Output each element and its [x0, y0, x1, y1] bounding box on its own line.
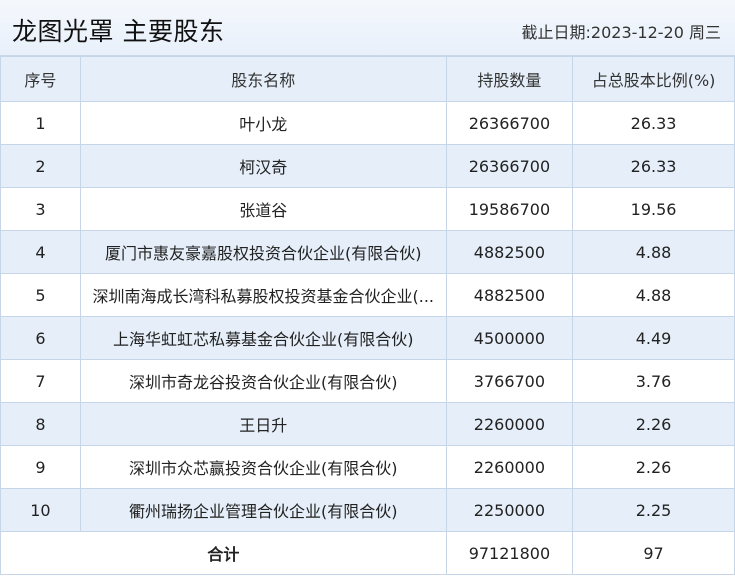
row-shares: 4500000	[445, 316, 574, 360]
row-name: 王日升	[79, 402, 447, 446]
row-shares: 2260000	[445, 445, 574, 489]
row-name: 深圳南海成长湾科私募股权投资基金合伙企业(...	[79, 273, 447, 317]
row-name: 张道谷	[79, 187, 447, 231]
row-index: 8	[0, 402, 81, 446]
total-ratio: 97	[572, 531, 735, 575]
row-index: 9	[0, 445, 81, 489]
table-row: 10 衢州瑞扬企业管理合伙企业(有限合伙) 2250000 2.25	[0, 488, 735, 532]
page-title: 龙图光罩 主要股东	[12, 17, 225, 46]
row-ratio: 2.26	[572, 402, 735, 446]
table-row: 4 厦门市惠友豪嘉股权投资合伙企业(有限合伙) 4882500 4.88	[0, 230, 735, 274]
as-of-date: 截止日期:2023-12-20 周三	[521, 23, 721, 42]
table-row: 6 上海华虹虹芯私募基金合伙企业(有限合伙) 4500000 4.49	[0, 316, 735, 360]
table-row: 2 柯汉奇 26366700 26.33	[0, 144, 735, 188]
header-bar: 龙图光罩 主要股东 截止日期:2023-12-20 周三	[0, 0, 735, 56]
row-index: 2	[0, 144, 81, 188]
row-shares: 2260000	[445, 402, 574, 446]
total-row: 合计 97121800 97	[0, 531, 735, 575]
row-name: 柯汉奇	[79, 144, 447, 188]
row-name: 深圳市奇龙谷投资合伙企业(有限合伙)	[79, 359, 447, 403]
total-shares: 97121800	[445, 531, 574, 575]
row-ratio: 26.33	[572, 101, 735, 145]
column-header-index: 序号	[0, 56, 81, 102]
row-name: 衢州瑞扬企业管理合伙企业(有限合伙)	[79, 488, 447, 532]
table-row: 7 深圳市奇龙谷投资合伙企业(有限合伙) 3766700 3.76	[0, 359, 735, 403]
table-header-row: 序号 股东名称 持股数量 占总股本比例(%)	[0, 56, 735, 102]
row-index: 3	[0, 187, 81, 231]
row-index: 5	[0, 273, 81, 317]
row-shares: 4882500	[445, 230, 574, 274]
row-ratio: 4.88	[572, 273, 735, 317]
row-ratio: 19.56	[572, 187, 735, 231]
table-row: 1 叶小龙 26366700 26.33	[0, 101, 735, 145]
row-index: 4	[0, 230, 81, 274]
row-index: 1	[0, 101, 81, 145]
row-index: 6	[0, 316, 81, 360]
column-header-name: 股东名称	[79, 56, 447, 102]
row-ratio: 3.76	[572, 359, 735, 403]
row-shares: 26366700	[445, 144, 574, 188]
row-shares: 3766700	[445, 359, 574, 403]
table-row: 9 深圳市众芯赢投资合伙企业(有限合伙) 2260000 2.26	[0, 445, 735, 489]
row-shares: 19586700	[445, 187, 574, 231]
row-shares: 4882500	[445, 273, 574, 317]
row-index: 10	[0, 488, 81, 532]
row-ratio: 2.25	[572, 488, 735, 532]
row-shares: 2250000	[445, 488, 574, 532]
row-ratio: 4.49	[572, 316, 735, 360]
shareholder-table: 序号 股东名称 持股数量 占总股本比例(%) 1 叶小龙 26366700 26…	[0, 56, 735, 575]
row-ratio: 2.26	[572, 445, 735, 489]
table-row: 5 深圳南海成长湾科私募股权投资基金合伙企业(... 4882500 4.88	[0, 273, 735, 317]
row-ratio: 4.88	[572, 230, 735, 274]
total-label: 合计	[0, 531, 447, 575]
row-name: 上海华虹虹芯私募基金合伙企业(有限合伙)	[79, 316, 447, 360]
row-index: 7	[0, 359, 81, 403]
row-name: 叶小龙	[79, 101, 447, 145]
column-header-ratio: 占总股本比例(%)	[572, 56, 735, 102]
row-name: 深圳市众芯赢投资合伙企业(有限合伙)	[79, 445, 447, 489]
row-shares: 26366700	[445, 101, 574, 145]
row-ratio: 26.33	[572, 144, 735, 188]
column-header-shares: 持股数量	[445, 56, 574, 102]
table-row: 8 王日升 2260000 2.26	[0, 402, 735, 446]
row-name: 厦门市惠友豪嘉股权投资合伙企业(有限合伙)	[79, 230, 447, 274]
table-row: 3 张道谷 19586700 19.56	[0, 187, 735, 231]
